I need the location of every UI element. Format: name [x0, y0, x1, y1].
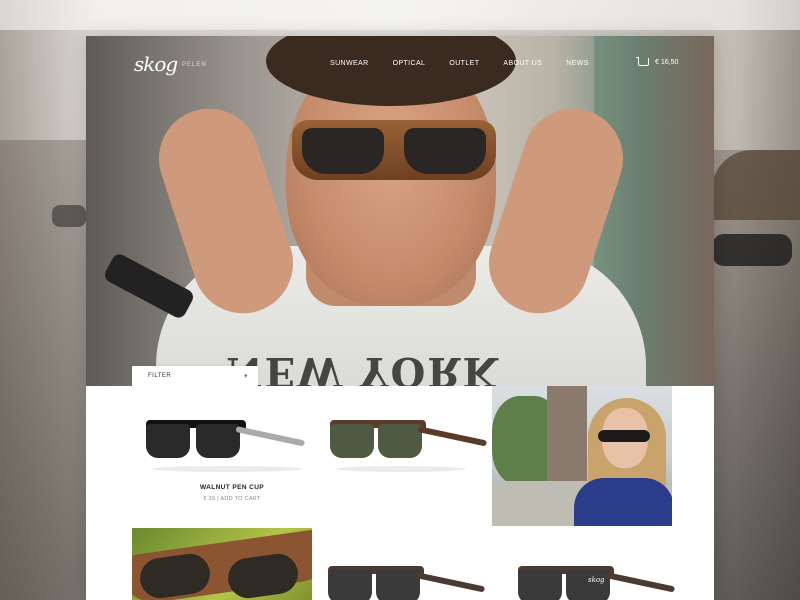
add-to-cart-link[interactable]: ADD TO CART — [220, 496, 260, 502]
hero-image: NEW YORK skog PELEN SUNWEAR OPTICAL OUTL… — [86, 36, 714, 386]
product-card[interactable]: WALNUT PEN CUP € 39 | ADD TO CART — [132, 410, 332, 540]
product-name[interactable]: WALNUT PEN CUP — [132, 484, 332, 491]
shirt-print: NEW YORK — [226, 348, 500, 386]
chevron-down-icon: ▾ — [243, 373, 248, 380]
wrist-band — [102, 251, 196, 321]
product-badge: skog — [588, 576, 605, 584]
cart-total: € 16,50 — [655, 58, 679, 66]
nav-optical[interactable]: OPTICAL — [393, 60, 426, 67]
product-price-add[interactable]: € 39 | ADD TO CART — [132, 496, 332, 502]
brand-logo[interactable]: skog — [134, 52, 178, 76]
nav-sunwear[interactable]: SUNWEAR — [330, 60, 369, 67]
cart-button[interactable]: € 16,50 — [636, 57, 679, 66]
product-card[interactable]: skog — [518, 566, 678, 600]
product-image-brown-sunglasses — [328, 566, 486, 600]
product-image-wood-sunglasses — [330, 420, 488, 460]
webshop-page: NEW YORK skog PELEN SUNWEAR OPTICAL OUTL… — [86, 36, 714, 600]
lifestyle-photo-woman[interactable] — [492, 386, 672, 526]
filter-dropdown[interactable]: FILTER ▾ — [132, 366, 258, 386]
product-image-black-sunglasses — [146, 420, 306, 460]
lifestyle-photo-wood-frame[interactable] — [132, 528, 312, 600]
filter-label: FILTER — [148, 373, 172, 379]
nav-outlet[interactable]: OUTLET — [449, 60, 479, 67]
main-nav: SUNWEAR OPTICAL OUTLET ABOUT US NEWS — [330, 60, 613, 67]
nav-about-us[interactable]: ABOUT US — [503, 60, 542, 67]
product-card[interactable] — [328, 566, 486, 600]
product-card[interactable] — [330, 420, 488, 480]
product-price: € 39 — [203, 496, 216, 502]
brand-subtitle: PELEN — [182, 62, 207, 68]
nav-news[interactable]: NEWS — [566, 60, 589, 67]
cart-icon — [636, 57, 649, 66]
